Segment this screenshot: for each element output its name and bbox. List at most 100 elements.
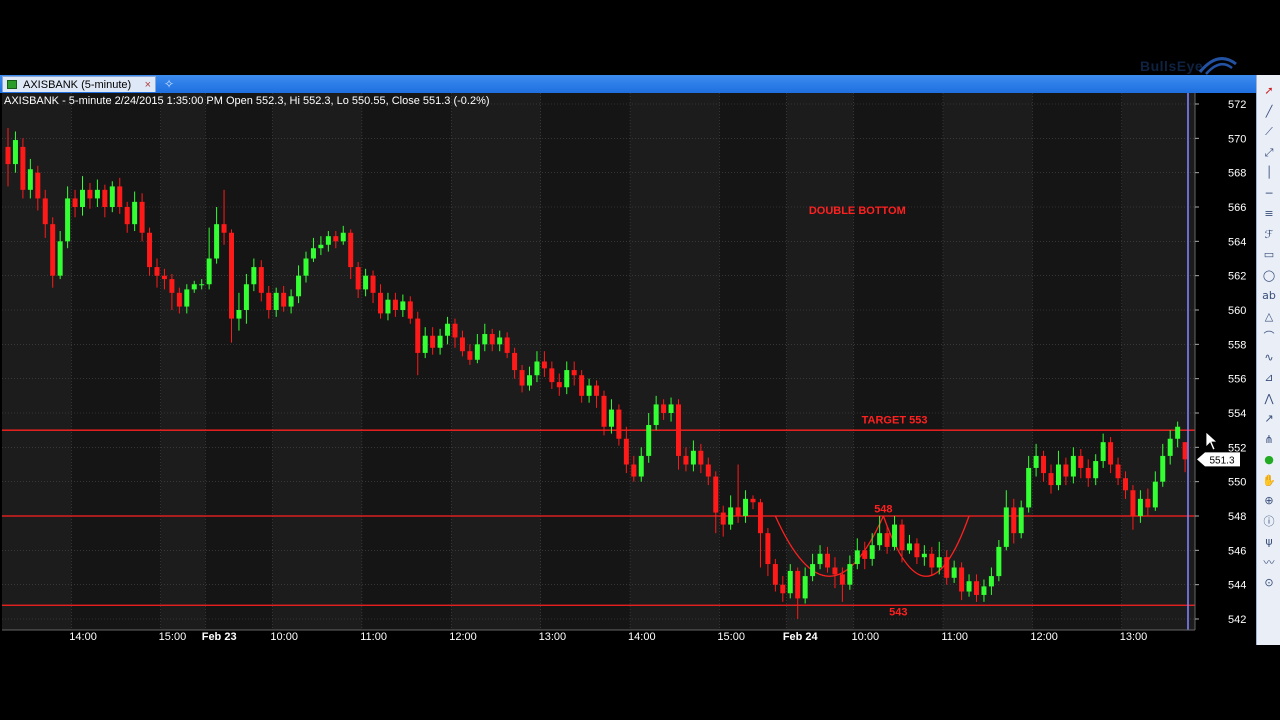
candle-body (608, 409, 614, 427)
chart-tab-label: AXISBANK (5-minute) (23, 79, 132, 91)
candle-body (325, 236, 331, 245)
candle-body (1093, 461, 1099, 479)
y-tick-label: 562 (1228, 271, 1246, 283)
candle-body (251, 267, 257, 285)
candle-body (772, 564, 778, 585)
globe-icon[interactable]: ● (1261, 452, 1277, 468)
candle-body (161, 275, 167, 280)
chart-annotation: 548 (874, 504, 892, 516)
magnet-icon[interactable]: ⊙ (1261, 575, 1277, 591)
candle-body (1130, 490, 1136, 516)
candle-body (601, 395, 607, 427)
drawing-toolbar: ➚ ╱ ⟋ ⤢ │ ─ ≡ ℱ ▭ ◯ ab △ ⌒ ∿ ⊿ ⋀ ↗ ⋔ ● ✋ ⊕ ⓘ ψ 〰 ⊙ (1256, 75, 1280, 645)
candle-body (661, 404, 667, 413)
candle-body (87, 189, 93, 199)
candle-body (5, 146, 11, 165)
candle-body (191, 284, 197, 290)
tab-close-icon[interactable]: × (145, 77, 151, 92)
andrews-icon[interactable]: ⋔ (1261, 432, 1277, 448)
candle-body (884, 533, 890, 547)
curve-icon[interactable]: ∿ (1261, 350, 1277, 366)
arc-icon[interactable]: ⌒ (1261, 329, 1277, 345)
info-icon[interactable]: ⓘ (1261, 514, 1277, 530)
candle-body (527, 375, 532, 386)
line-icon[interactable]: ╱ (1261, 104, 1277, 120)
last-price-label: 551.3 (1209, 455, 1234, 466)
x-tick-label: 15:00 (717, 631, 745, 643)
time-band (1032, 93, 1122, 630)
candle-body (57, 241, 63, 276)
candle-body (862, 550, 868, 559)
zigzag-icon[interactable]: ⋀ (1261, 391, 1277, 407)
chart-tab[interactable]: AXISBANK (5-minute) × (2, 76, 156, 92)
candle-body (1085, 467, 1091, 479)
candle-body (780, 584, 786, 594)
y-tick-label: 544 (1228, 580, 1246, 592)
triangle-icon[interactable]: △ (1261, 309, 1277, 325)
candle-body (795, 570, 801, 599)
candle-body (176, 292, 182, 307)
brand-logo: BullsEye (1140, 58, 1204, 74)
vertical-line-icon[interactable]: │ (1261, 165, 1277, 181)
candle-body (1100, 442, 1106, 462)
candle-body (720, 512, 726, 525)
tab-bar: AXISBANK (5-minute) × ✧ (0, 75, 1256, 93)
candle-body (869, 545, 875, 559)
pan-icon[interactable]: ✋ (1261, 473, 1277, 489)
chart-annotation: DOUBLE BOTTOM (809, 205, 906, 217)
time-band (540, 93, 631, 630)
candle-body (437, 335, 443, 348)
candle-body (467, 351, 473, 360)
zoom-icon[interactable]: ⊕ (1261, 493, 1277, 509)
candle-body (206, 258, 212, 285)
gann-icon[interactable]: ⊿ (1261, 370, 1277, 386)
horizontal-line-icon[interactable]: ─ (1261, 186, 1277, 202)
fibonacci-icon[interactable]: ℱ (1261, 227, 1277, 243)
pitchfork-icon[interactable]: ψ (1261, 534, 1277, 550)
candle-body (72, 198, 78, 207)
candle-body (214, 224, 220, 259)
candle-body (1145, 498, 1151, 508)
candle-body (996, 546, 1002, 577)
candle-body (810, 564, 816, 577)
candle-body (1078, 455, 1084, 468)
candle-body (914, 543, 920, 558)
candle-body (102, 189, 108, 207)
candle-body (1137, 498, 1143, 516)
extended-line-icon[interactable]: ⤢ (1261, 145, 1277, 161)
y-tick-label: 554 (1228, 408, 1246, 420)
price-chart[interactable]: DOUBLE BOTTOM TARGET 553 548 543 542 544 546 54… (0, 93, 1256, 645)
y-tick-label: 568 (1228, 168, 1246, 180)
candle-body (296, 275, 302, 297)
candle-body (20, 146, 26, 190)
candle-body (42, 198, 48, 225)
candle-body (378, 292, 383, 314)
candle-body (839, 574, 845, 585)
candle-body (668, 404, 674, 413)
channel-icon[interactable]: ≡ (1261, 206, 1277, 222)
candle-body (445, 323, 451, 336)
candle-body (407, 301, 413, 319)
arrow-icon[interactable]: ↗ (1261, 411, 1277, 427)
candle-body (236, 310, 242, 319)
candle-body (474, 344, 480, 360)
candle-body (750, 498, 756, 503)
text-icon[interactable]: ab (1261, 288, 1277, 304)
ellipse-icon[interactable]: ◯ (1261, 268, 1277, 284)
candle-body (854, 550, 860, 565)
candle-body (221, 224, 227, 233)
candle-body (1175, 426, 1181, 439)
candle-body (564, 370, 570, 388)
candle-body (459, 337, 465, 352)
candle-body (951, 567, 957, 578)
candle-body (832, 567, 838, 575)
candle-body (899, 524, 905, 551)
candle-body (512, 352, 518, 371)
new-tab-icon[interactable]: ✧ (164, 76, 174, 92)
rectangle-icon[interactable]: ▭ (1261, 247, 1277, 263)
ray-icon[interactable]: ⟋ (1261, 124, 1277, 140)
candle-body (497, 337, 503, 345)
wave-icon[interactable]: 〰 (1261, 555, 1277, 571)
x-tick-label: Feb 24 (783, 631, 819, 643)
cursor-icon[interactable]: ➚ (1261, 83, 1277, 99)
